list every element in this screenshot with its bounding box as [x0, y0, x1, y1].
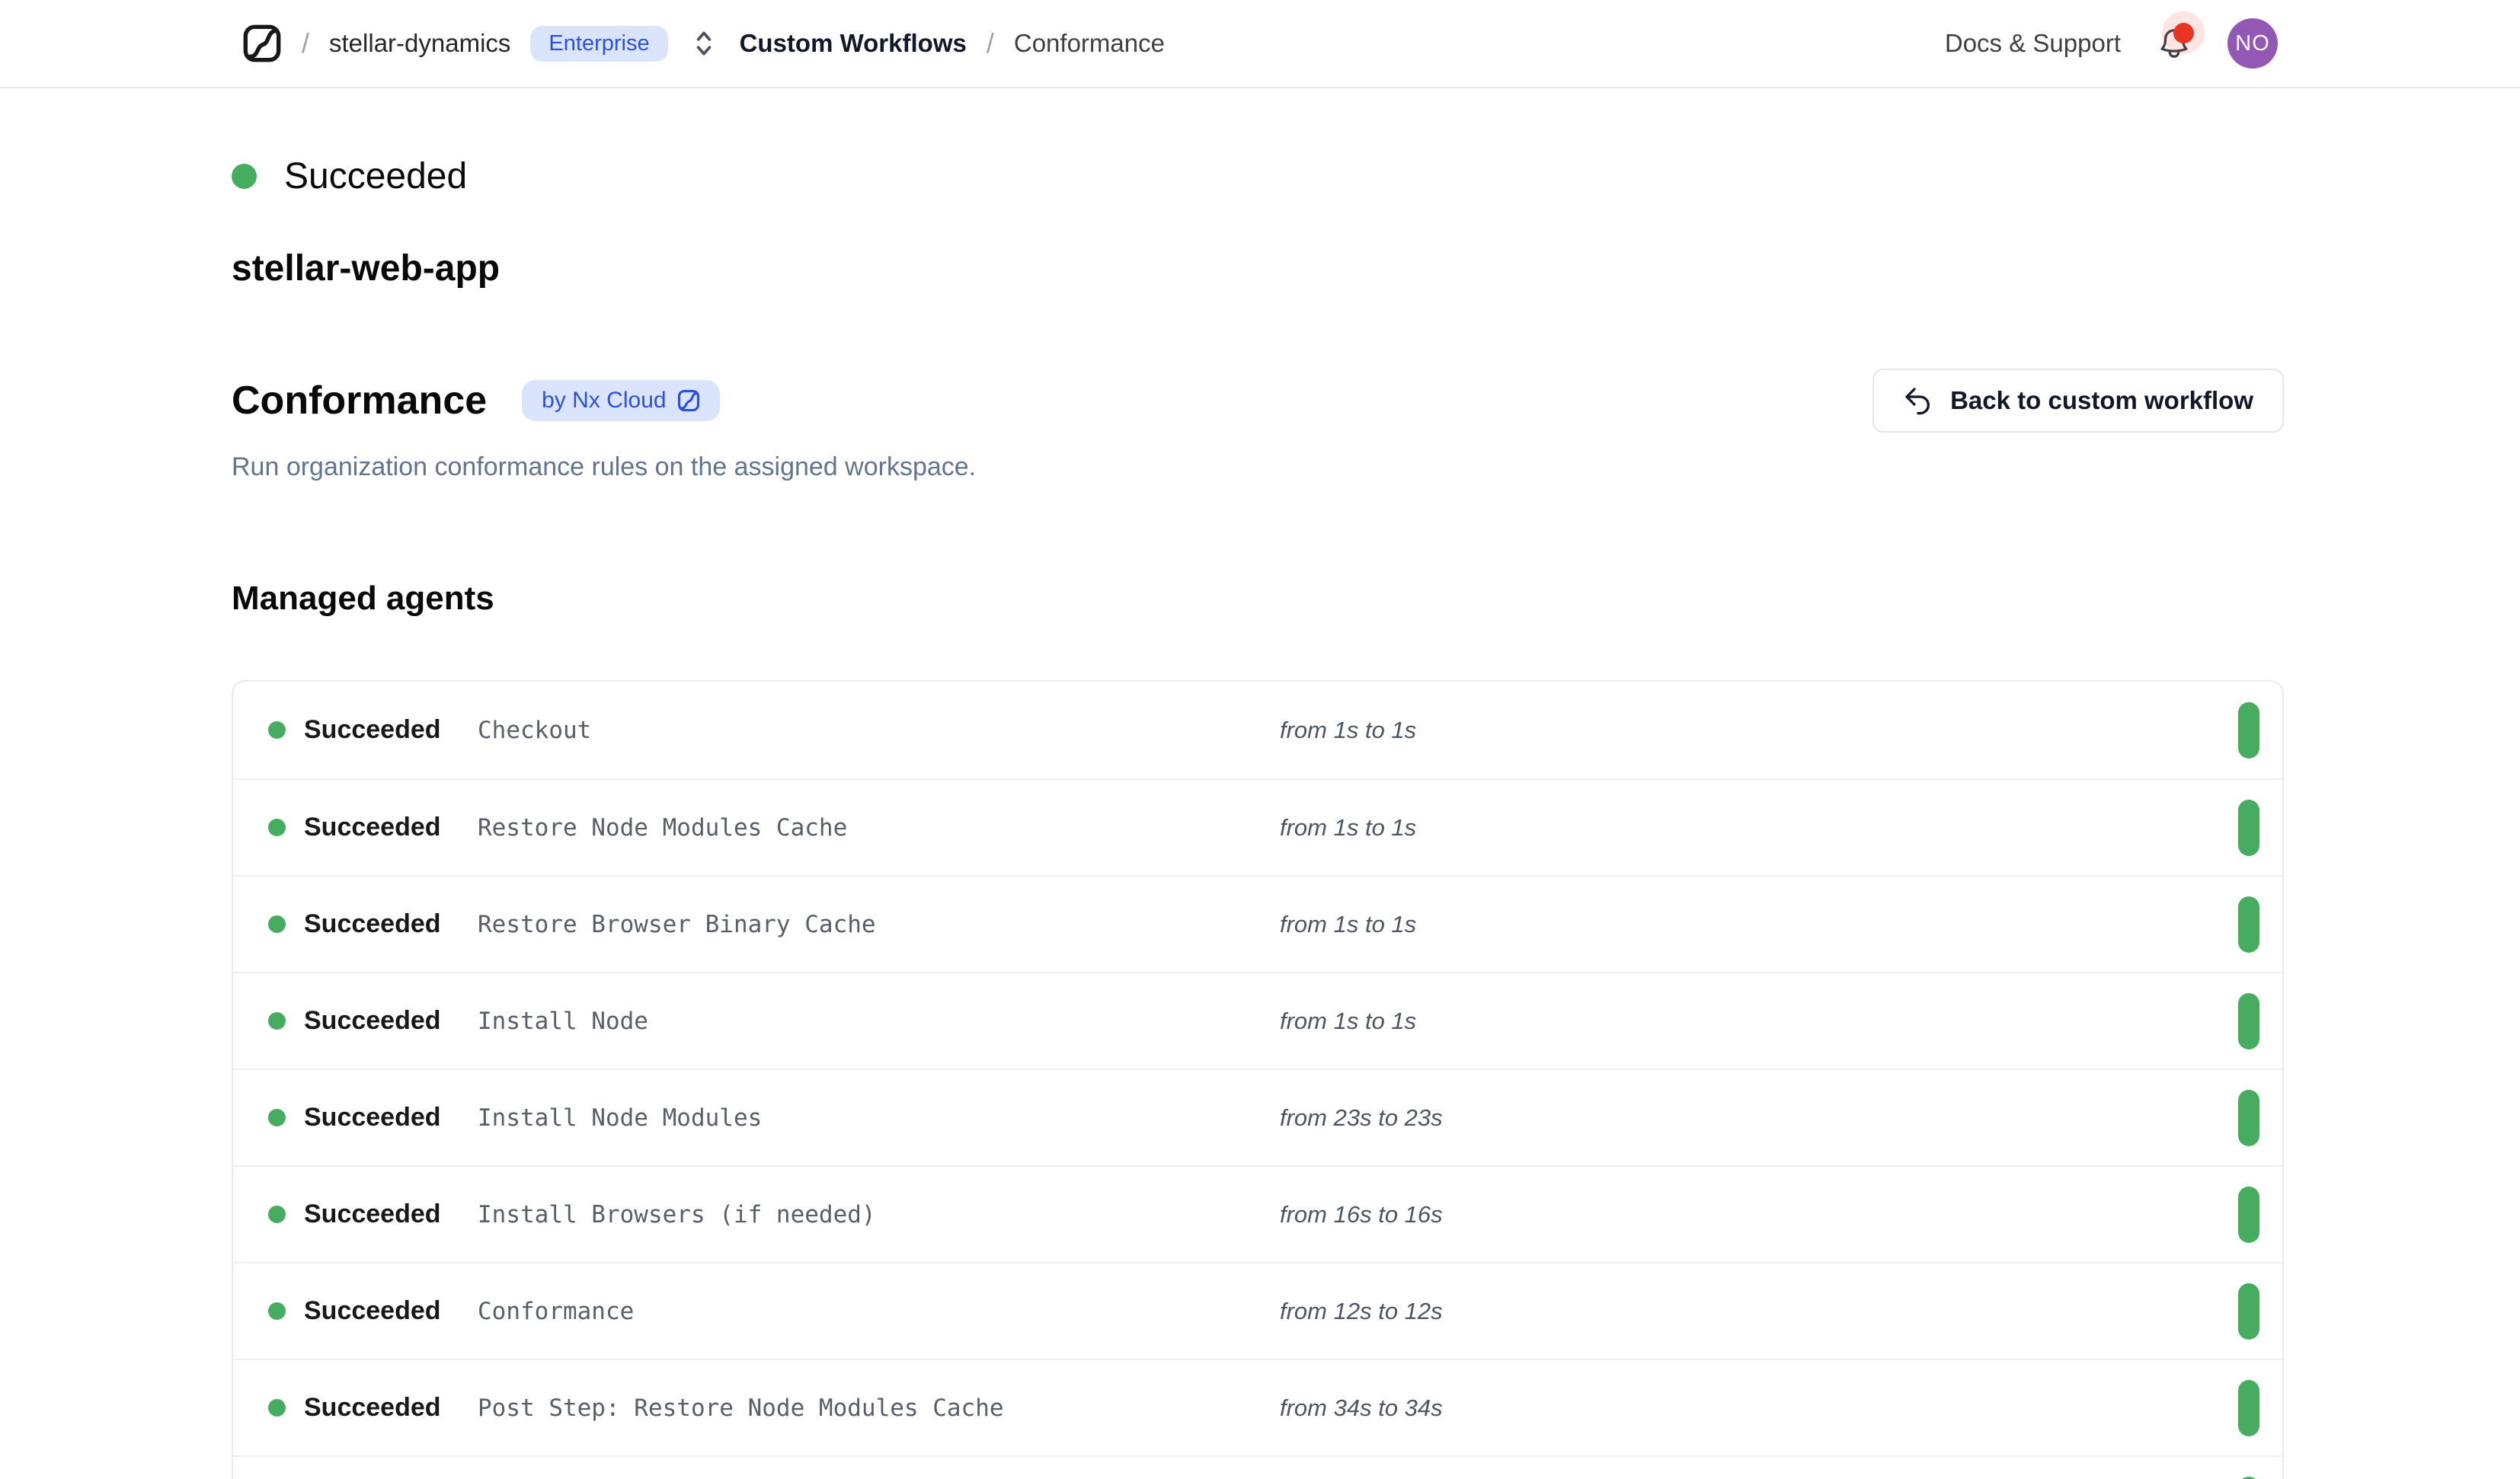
row-status-label: Succeeded: [304, 1199, 478, 1229]
table-row[interactable]: Succeeded Restore Browser Binary Cache f…: [233, 875, 2282, 972]
table-row[interactable]: Succeeded Checkout from 1s to 1s: [233, 682, 2282, 778]
row-duration: from 1s to 1s: [1280, 717, 1416, 744]
row-success-dot: [268, 915, 286, 933]
docs-support-link[interactable]: Docs & Support: [1945, 29, 2121, 58]
breadcrumb-page: Conformance: [1014, 29, 1165, 58]
row-duration: from 16s to 16s: [1280, 1201, 1443, 1228]
row-status-label: Succeeded: [304, 1006, 478, 1036]
arrow-uturn-left-icon: [1903, 385, 1933, 416]
run-status: Succeeded: [232, 155, 2284, 197]
row-timeline-bar: [2238, 1477, 2259, 1479]
table-row[interactable]: Succeeded Install Node from 1s to 1s: [233, 972, 2282, 1069]
workspace-title: stellar-web-app: [232, 248, 2284, 289]
row-success-dot: [268, 1012, 286, 1030]
row-timeline-bar: [2238, 1187, 2259, 1243]
row-duration: from 1s to 1s: [1280, 814, 1416, 842]
by-nx-cloud-badge[interactable]: by Nx Cloud: [522, 380, 719, 421]
nx-cloud-logo-icon[interactable]: [242, 24, 282, 63]
table-row[interactable]: Succeeded Post Step: Restore Browser Bin…: [233, 1455, 2282, 1479]
row-status-label: Succeeded: [304, 1393, 478, 1423]
row-timeline-bar: [2238, 1283, 2259, 1340]
row-status-label: Succeeded: [304, 1296, 478, 1326]
row-success-dot: [268, 1109, 286, 1126]
row-task-name: Post Step: Restore Node Modules Cache: [478, 1394, 1280, 1422]
breadcrumb: / stellar-dynamics Enterprise Custom Wor…: [242, 24, 1165, 63]
workflow-title: Conformance: [232, 378, 487, 423]
success-status-dot: [232, 164, 257, 189]
row-task-name: Conformance: [478, 1298, 1280, 1325]
row-timeline-bar: [2238, 702, 2259, 759]
breadcrumb-section[interactable]: Custom Workflows: [740, 29, 967, 58]
row-status-label: Succeeded: [304, 715, 478, 745]
row-task-name: Install Node: [478, 1008, 1280, 1035]
row-success-dot: [268, 1206, 286, 1223]
table-row[interactable]: Succeeded Install Browsers (if needed) f…: [233, 1165, 2282, 1262]
main-content: Succeeded stellar-web-app Conformance by…: [0, 155, 2520, 1479]
row-task-name: Install Browsers (if needed): [478, 1201, 1280, 1228]
top-navigation-bar: / stellar-dynamics Enterprise Custom Wor…: [0, 0, 2520, 88]
row-duration: from 23s to 23s: [1280, 1104, 1443, 1132]
table-row[interactable]: Succeeded Restore Node Modules Cache fro…: [233, 778, 2282, 875]
nx-cloud-mini-logo-icon: [677, 389, 700, 412]
row-task-name: Restore Node Modules Cache: [478, 814, 1280, 842]
badge-label: by Nx Cloud: [542, 389, 666, 412]
breadcrumb-separator: /: [987, 27, 994, 59]
back-button-label: Back to custom workflow: [1950, 386, 2253, 415]
enterprise-plan-badge: Enterprise: [530, 26, 667, 62]
workflow-section-header: Conformance by Nx Cloud Back to custom w…: [232, 369, 2284, 433]
row-duration: from 34s to 34s: [1280, 1394, 1443, 1422]
row-timeline-bar: [2238, 993, 2259, 1049]
user-avatar[interactable]: NO: [2227, 18, 2278, 69]
row-success-dot: [268, 721, 286, 739]
row-status-label: Succeeded: [304, 909, 478, 939]
row-duration: from 12s to 12s: [1280, 1298, 1443, 1325]
row-duration: from 1s to 1s: [1280, 911, 1416, 938]
row-timeline-bar: [2238, 896, 2259, 953]
breadcrumb-org[interactable]: stellar-dynamics: [329, 29, 510, 58]
row-success-dot: [268, 1302, 286, 1320]
notification-dot: [2173, 23, 2194, 43]
managed-agents-heading: Managed agents: [232, 580, 2284, 618]
row-task-name: Restore Browser Binary Cache: [478, 911, 1280, 938]
workspace-switcher[interactable]: [688, 24, 720, 63]
header-actions: Docs & Support NO: [1945, 18, 2278, 69]
row-status-label: Succeeded: [304, 813, 478, 842]
managed-agents-table: Succeeded Checkout from 1s to 1s Succeed…: [232, 680, 2284, 1479]
table-row[interactable]: Succeeded Install Node Modules from 23s …: [233, 1069, 2282, 1165]
row-timeline-bar: [2238, 1380, 2259, 1436]
row-status-label: Succeeded: [304, 1103, 478, 1132]
table-row[interactable]: Succeeded Post Step: Restore Node Module…: [233, 1359, 2282, 1455]
workflow-description: Run organization conformance rules on th…: [232, 452, 2284, 482]
notification-indicator: [2162, 11, 2205, 54]
row-task-name: Install Node Modules: [478, 1104, 1280, 1132]
row-duration: from 1s to 1s: [1280, 1008, 1416, 1035]
back-to-custom-workflow-button[interactable]: Back to custom workflow: [1872, 369, 2284, 433]
breadcrumb-separator: /: [302, 27, 309, 59]
row-success-dot: [268, 1399, 286, 1417]
chevron-up-down-icon: [691, 27, 717, 60]
row-task-name: Checkout: [478, 717, 1280, 744]
row-timeline-bar: [2238, 1090, 2259, 1146]
table-row[interactable]: Succeeded Conformance from 12s to 12s: [233, 1262, 2282, 1359]
run-status-label: Succeeded: [284, 155, 467, 197]
notifications-button[interactable]: [2154, 24, 2194, 63]
row-timeline-bar: [2238, 800, 2259, 856]
row-success-dot: [268, 819, 286, 836]
